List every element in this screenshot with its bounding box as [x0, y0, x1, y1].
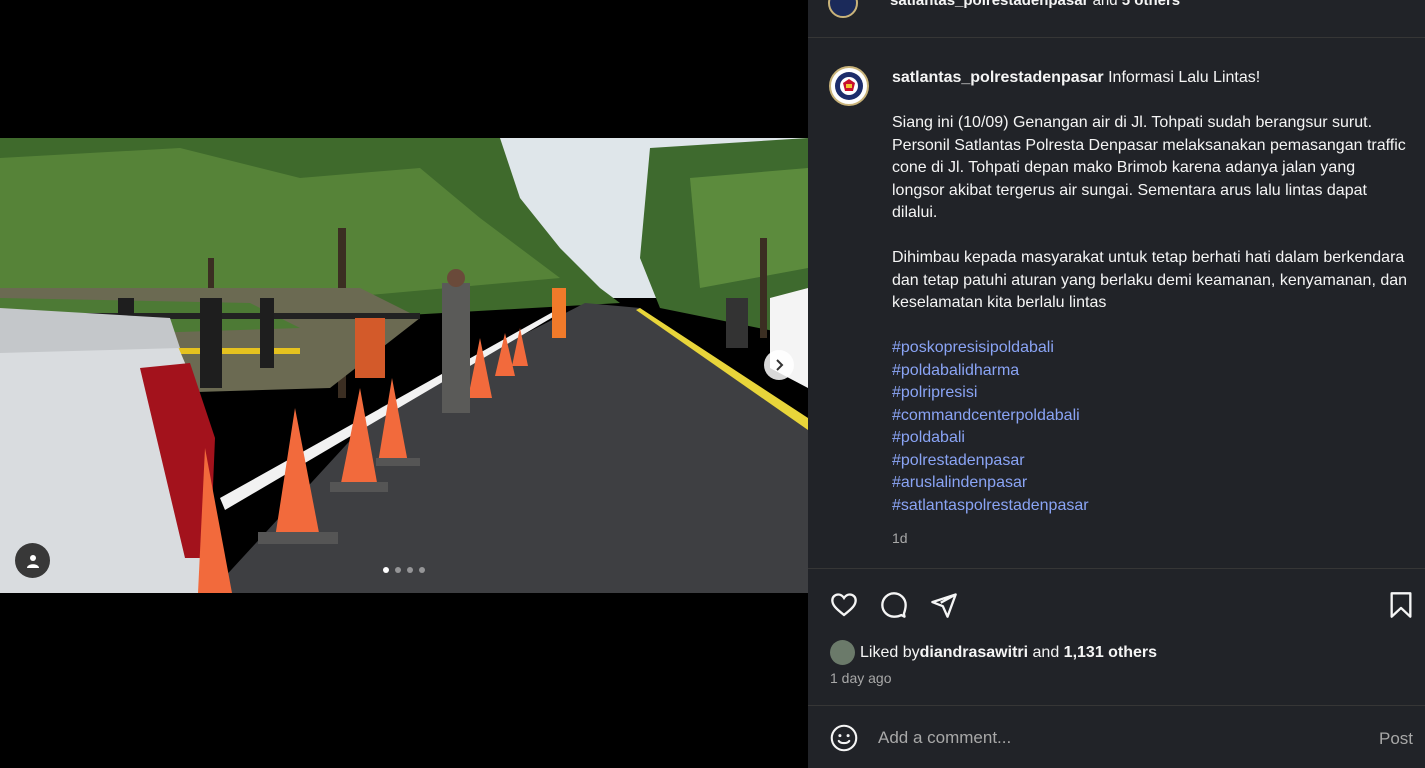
chevron-right-icon [776, 359, 784, 371]
caption-username[interactable]: satlantas_polrestadenpasar [892, 69, 1104, 86]
save-button[interactable] [1388, 591, 1414, 624]
emoji-button[interactable] [830, 724, 858, 757]
likes-prefix: Liked by [860, 643, 920, 661]
post-photo-image [0, 138, 808, 593]
hashtag-link[interactable]: #poldabali [892, 427, 1412, 450]
caption-headline: satlantas_polrestadenpasar Informasi Lal… [892, 67, 1412, 90]
author-avatar[interactable] [828, 0, 858, 18]
hashtag-link[interactable]: #polripresisi [892, 382, 1412, 405]
hashtag-link[interactable]: #poskopresisipoldabali [892, 337, 1412, 360]
header-others[interactable]: 5 others [1122, 0, 1180, 9]
tagged-users-button[interactable] [15, 543, 50, 578]
carousel-dot [407, 567, 413, 573]
hashtag-link[interactable]: #aruslalindenpasar [892, 472, 1412, 495]
carousel-indicator [383, 567, 425, 573]
header-and: and [1088, 0, 1122, 9]
post-photo[interactable] [0, 138, 808, 593]
heart-icon [831, 593, 857, 617]
carousel-next-button[interactable] [764, 350, 794, 380]
post-viewer: satlantas_polrestadenpasar and 5 others … [0, 0, 1425, 768]
liker-username[interactable]: diandrasawitri [920, 644, 1028, 662]
send-icon [931, 593, 957, 618]
likes-count[interactable]: 1,131 others [1064, 644, 1157, 662]
post-comment-button[interactable]: Post [1379, 729, 1413, 749]
comment-icon [881, 592, 907, 618]
comment-input[interactable] [878, 724, 1348, 752]
hashtag-link[interactable]: #polrestadenpasar [892, 450, 1412, 473]
hashtag-list: #poskopresisipoldabali #poldabalidharma … [892, 337, 1412, 517]
like-button[interactable] [830, 591, 858, 624]
caption-text: satlantas_polrestadenpasar Informasi Lal… [892, 67, 1412, 550]
caption-title: Informasi Lalu Lintas! [1103, 69, 1261, 86]
police-logo-icon [835, 72, 863, 100]
comment-bar: Post [808, 705, 1425, 768]
caption-timestamp[interactable]: 1d [892, 527, 1412, 550]
media-area [0, 0, 808, 768]
carousel-dot [395, 567, 401, 573]
hashtag-link[interactable]: #commandcenterpoldabali [892, 405, 1412, 428]
caption-paragraph: Dihimbau kepada masyarakat untuk tetap b… [892, 249, 1408, 311]
caption-section: satlantas_polrestadenpasar Informasi Lal… [808, 38, 1425, 568]
caption-author-avatar[interactable] [829, 66, 869, 106]
post-date[interactable]: 1 day ago [830, 670, 892, 686]
more-options-button[interactable]: ··· [1386, 0, 1410, 9]
share-button[interactable] [930, 591, 958, 624]
ellipsis-icon: ··· [1386, 0, 1410, 8]
post-details-panel: satlantas_polrestadenpasar and 5 others … [808, 0, 1425, 768]
hashtag-link[interactable]: #poldabalidharma [892, 360, 1412, 383]
hashtag-link[interactable]: #satlantaspolrestadenpasar [892, 495, 1412, 518]
liker-avatar[interactable] [830, 640, 855, 665]
bookmark-icon [1390, 592, 1412, 618]
post-header: satlantas_polrestadenpasar and 5 others … [808, 0, 1425, 38]
carousel-dot [419, 567, 425, 573]
carousel-dot [383, 567, 389, 573]
emoji-icon [830, 724, 858, 752]
likes-and: and [1028, 643, 1064, 661]
comment-button[interactable] [880, 591, 908, 624]
collab-authors: satlantas_polrestadenpasar and 5 others [890, 0, 1180, 9]
likes-summary: Liked by diandrasawitri and 1,131 others [830, 640, 1157, 665]
user-icon [26, 554, 39, 568]
header-username[interactable]: satlantas_polrestadenpasar [890, 0, 1088, 9]
action-bar [808, 568, 1425, 638]
caption-paragraph: Siang ini (10/09) Genangan air di Jl. To… [892, 114, 1406, 221]
